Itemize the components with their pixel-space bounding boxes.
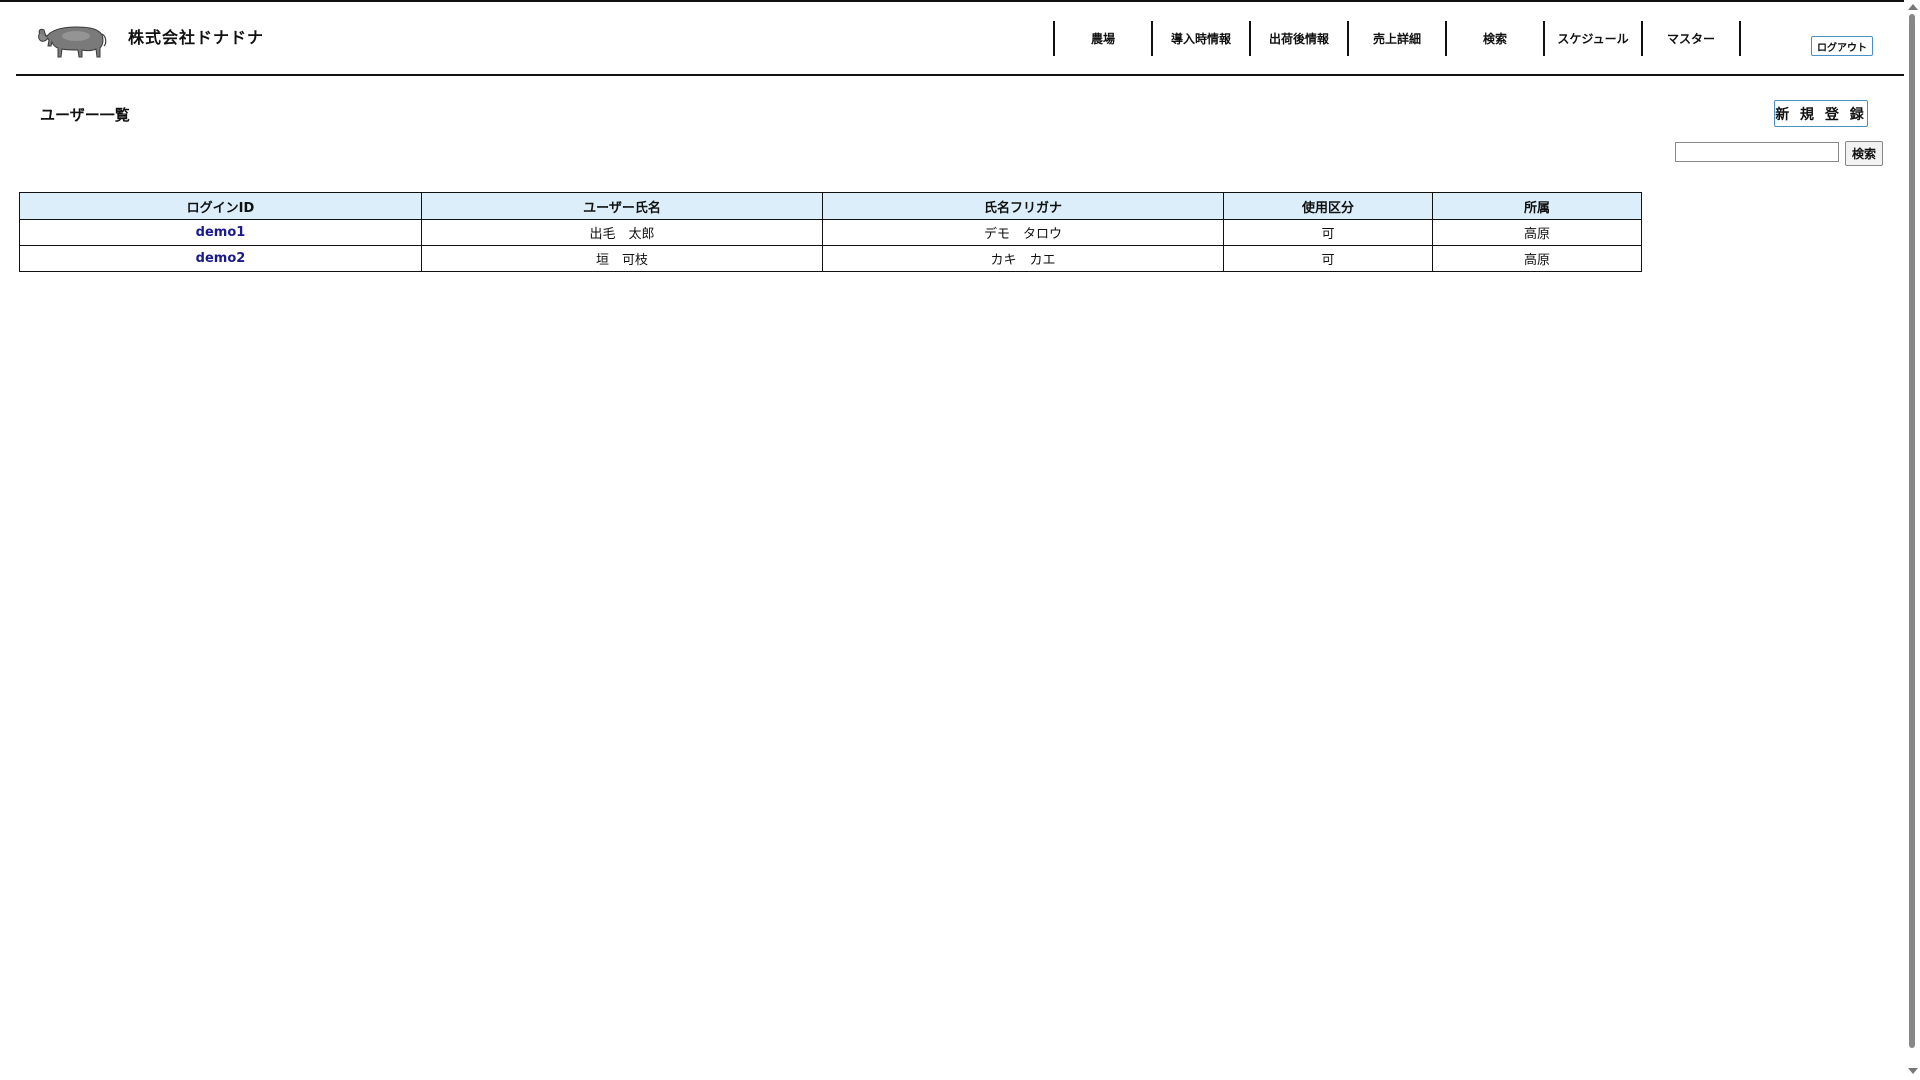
usage-status-cell: 可 (1223, 245, 1433, 272)
header: 株式会社ドナドナ 農場 導入時情報 出荷後情報 売上詳細 検索 スケジュール マ… (16, 2, 1904, 76)
search-input[interactable] (1675, 142, 1839, 162)
name-kana-cell: カキ カエ (822, 245, 1224, 272)
nav-item-farm[interactable]: 農場 (1055, 21, 1153, 56)
nav-item-search[interactable]: 検索 (1447, 21, 1545, 56)
affiliation-cell: 高原 (1432, 245, 1642, 272)
nav-item-schedule[interactable]: スケジュール (1545, 21, 1643, 56)
page: 株式会社ドナドナ 農場 導入時情報 出荷後情報 売上詳細 検索 スケジュール マ… (0, 0, 1920, 1080)
scroll-up-arrow-icon[interactable] (1908, 4, 1918, 10)
page-title: ユーザー一覧 (40, 106, 130, 124)
nav-item-master[interactable]: マスター (1643, 21, 1741, 56)
nav-item-intake-info[interactable]: 導入時情報 (1153, 21, 1251, 56)
nav-item-sales-detail[interactable]: 売上詳細 (1349, 21, 1447, 56)
scrollbar-thumb[interactable] (1909, 14, 1915, 1048)
table-header-row: ログインID ユーザー氏名 氏名フリガナ 使用区分 所属 (19, 192, 1642, 220)
column-header-user-name: ユーザー氏名 (421, 192, 823, 220)
column-header-login-id: ログインID (19, 192, 422, 220)
column-header-usage-status: 使用区分 (1223, 192, 1433, 220)
login-id-link[interactable]: demo2 (19, 245, 422, 272)
table-row: demo1 出毛 太郎 デモ タロウ 可 高原 (19, 219, 1642, 246)
column-header-affiliation: 所属 (1432, 192, 1642, 220)
new-registration-button[interactable]: 新 規 登 録 (1774, 100, 1868, 127)
column-header-name-kana: 氏名フリガナ (822, 192, 1224, 220)
usage-status-cell: 可 (1223, 219, 1433, 246)
user-name-cell: 垣 可枝 (421, 245, 823, 272)
search-button[interactable]: 検索 (1845, 141, 1883, 166)
nav-item-shipment-info[interactable]: 出荷後情報 (1251, 21, 1349, 56)
affiliation-cell: 高原 (1432, 219, 1642, 246)
logout-button[interactable]: ログアウト (1811, 36, 1873, 56)
name-kana-cell: デモ タロウ (822, 219, 1224, 246)
login-id-link[interactable]: demo1 (19, 219, 422, 246)
cow-logo-icon (38, 26, 107, 58)
vertical-scrollbar[interactable] (1904, 0, 1920, 1080)
user-name-cell: 出毛 太郎 (421, 219, 823, 246)
user-table: ログインID ユーザー氏名 氏名フリガナ 使用区分 所属 demo1 出毛 太郎… (19, 192, 1642, 272)
main-nav: 農場 導入時情報 出荷後情報 売上詳細 検索 スケジュール マスター (1053, 21, 1741, 56)
table-row: demo2 垣 可枝 カキ カエ 可 高原 (19, 245, 1642, 272)
company-name: 株式会社ドナドナ (128, 28, 265, 47)
scroll-down-arrow-icon[interactable] (1908, 1068, 1918, 1074)
